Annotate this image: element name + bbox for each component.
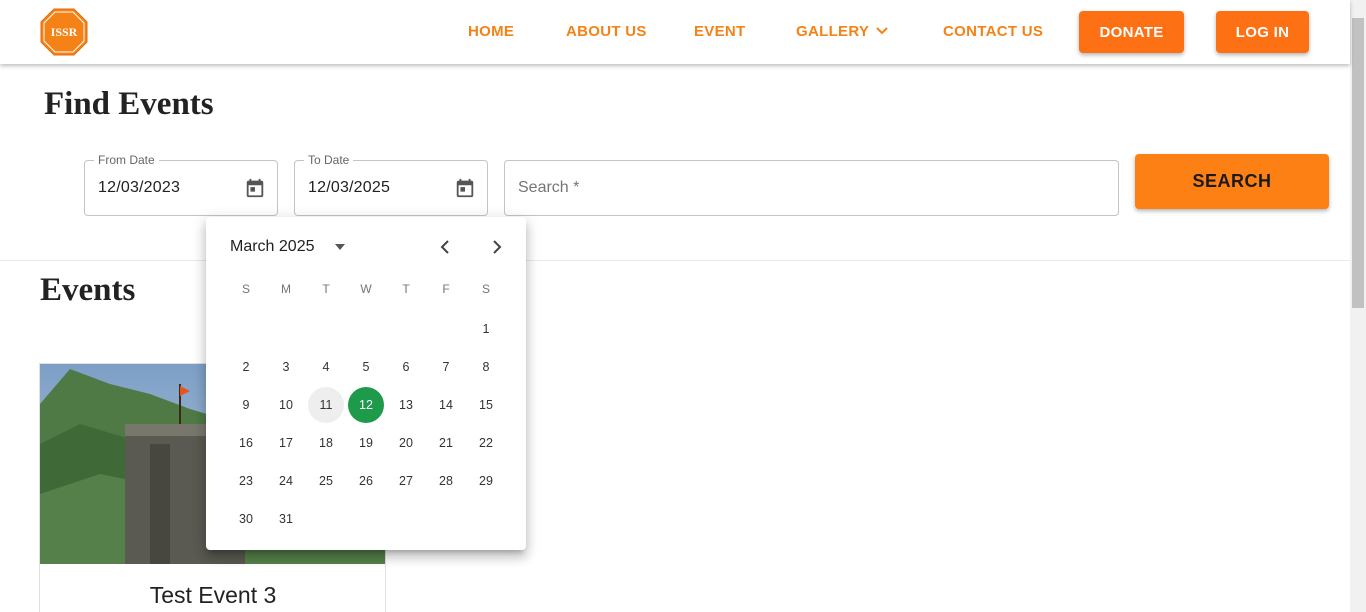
- search-input[interactable]: Search *: [504, 160, 1119, 216]
- nav-about-us[interactable]: ABOUT US: [566, 23, 647, 40]
- calendar-day[interactable]: 8: [468, 349, 504, 385]
- calendar-day[interactable]: 22: [468, 425, 504, 461]
- to-date-value[interactable]: 12/03/2025: [308, 179, 390, 197]
- calendar-day[interactable]: 11: [308, 387, 344, 423]
- from-date-value[interactable]: 12/03/2023: [98, 179, 180, 197]
- weekday-header: T: [322, 282, 330, 296]
- calendar-day[interactable]: 21: [428, 425, 464, 461]
- calendar-day-selected[interactable]: 12: [348, 387, 384, 423]
- calendar-day[interactable]: 15: [468, 387, 504, 423]
- calendar-icon[interactable]: [244, 177, 266, 199]
- weekday-header: T: [402, 282, 410, 296]
- calendar-day[interactable]: 25: [308, 463, 344, 499]
- top-navbar: ISSR HOME ABOUT US EVENT GALLERY CONTACT…: [0, 0, 1350, 64]
- calendar-day[interactable]: 9: [228, 387, 264, 423]
- page-scrollbar[interactable]: [1350, 0, 1366, 612]
- weekday-header: S: [241, 282, 250, 296]
- to-date-field[interactable]: To Date 12/03/2025: [294, 153, 488, 216]
- calendar-day[interactable]: 14: [428, 387, 464, 423]
- calendar-day[interactable]: 13: [388, 387, 424, 423]
- calendar-day[interactable]: 28: [428, 463, 464, 499]
- donate-button[interactable]: DONATE: [1079, 11, 1184, 53]
- calendar-day[interactable]: 31: [268, 501, 304, 537]
- calendar-day[interactable]: 1: [468, 311, 504, 347]
- nav-home[interactable]: HOME: [468, 23, 514, 40]
- date-picker-popup: March 2025 S M T W T F S 1 2 3 4 5 6 7 8 9 10 11 12 13 14 15 1…: [206, 217, 526, 550]
- previous-month-icon[interactable]: [436, 237, 454, 257]
- nav-event[interactable]: EVENT: [694, 23, 746, 40]
- weekday-header: S: [481, 282, 490, 296]
- from-date-label: From Date: [94, 153, 159, 167]
- calendar-day[interactable]: 27: [388, 463, 424, 499]
- weekday-header: M: [281, 282, 291, 296]
- calendar-day[interactable]: 4: [308, 349, 344, 385]
- events-heading: Events: [40, 272, 136, 308]
- calendar-day[interactable]: 2: [228, 349, 264, 385]
- next-month-icon[interactable]: [488, 237, 506, 257]
- calendar-day[interactable]: 23: [228, 463, 264, 499]
- login-button[interactable]: LOG IN: [1216, 11, 1309, 53]
- search-placeholder: Search *: [518, 179, 580, 196]
- calendar-day[interactable]: 29: [468, 463, 504, 499]
- caret-down-icon[interactable]: [334, 243, 346, 251]
- nav-gallery[interactable]: GALLERY: [796, 23, 869, 40]
- scrollbar-thumb[interactable]: [1352, 18, 1364, 308]
- calendar-month-label[interactable]: March 2025: [230, 238, 315, 256]
- calendar-day[interactable]: 3: [268, 349, 304, 385]
- calendar-day[interactable]: 19: [348, 425, 384, 461]
- event-card-title[interactable]: Test Event 3: [40, 582, 385, 609]
- calendar-day[interactable]: 10: [268, 387, 304, 423]
- calendar-day[interactable]: 7: [428, 349, 464, 385]
- calendar-day[interactable]: 24: [268, 463, 304, 499]
- calendar-day[interactable]: 6: [388, 349, 424, 385]
- find-events-heading: Find Events: [44, 86, 214, 122]
- logo-text: ISSR: [51, 25, 78, 39]
- calendar-day[interactable]: 5: [348, 349, 384, 385]
- calendar-day[interactable]: 16: [228, 425, 264, 461]
- issr-logo[interactable]: ISSR: [39, 7, 89, 57]
- calendar-day[interactable]: 30: [228, 501, 264, 537]
- calendar-day[interactable]: 26: [348, 463, 384, 499]
- calendar-day[interactable]: 20: [388, 425, 424, 461]
- chevron-down-icon[interactable]: [876, 26, 888, 36]
- calendar-day[interactable]: 17: [268, 425, 304, 461]
- weekday-header: F: [442, 282, 450, 296]
- from-date-field[interactable]: From Date 12/03/2023: [84, 153, 278, 216]
- weekday-header: W: [360, 282, 372, 296]
- search-button[interactable]: SEARCH: [1135, 154, 1329, 209]
- calendar-icon[interactable]: [454, 177, 476, 199]
- section-divider: [0, 260, 1350, 261]
- to-date-label: To Date: [304, 153, 354, 167]
- nav-contact-us[interactable]: CONTACT US: [943, 23, 1043, 40]
- calendar-day[interactable]: 18: [308, 425, 344, 461]
